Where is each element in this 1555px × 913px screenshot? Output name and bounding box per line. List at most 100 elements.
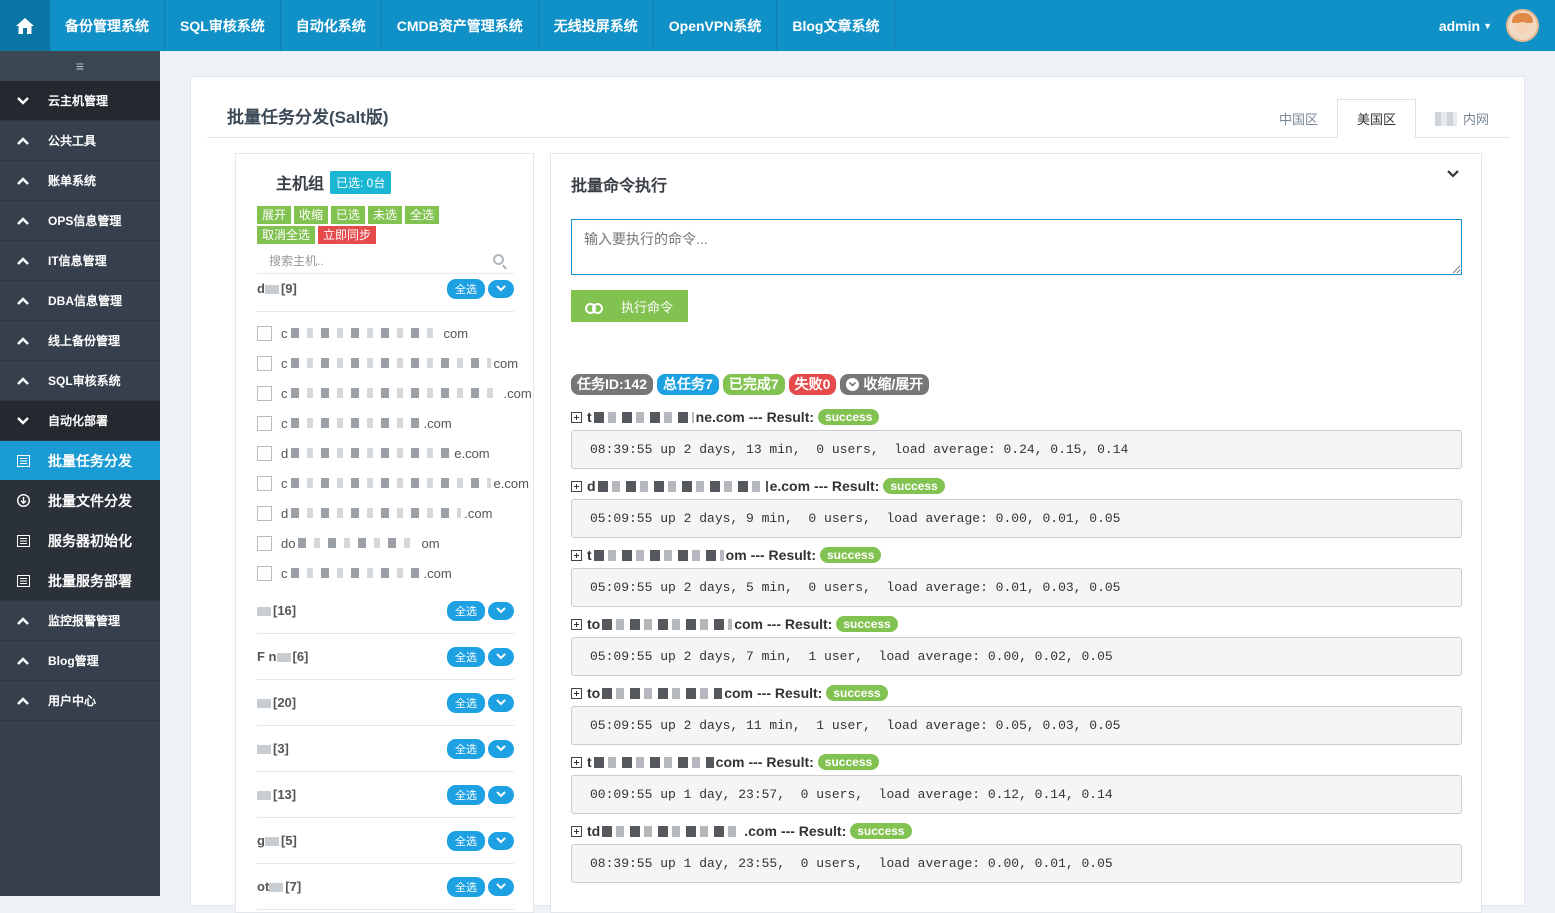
- expand-plus-icon[interactable]: [571, 411, 582, 423]
- result-header[interactable]: t om --- Result: success: [571, 546, 882, 564]
- collapse-button[interactable]: 收缩: [294, 206, 329, 224]
- nav-sql-audit[interactable]: SQL审核系统: [165, 0, 281, 51]
- host-checkbox[interactable]: [257, 535, 272, 551]
- chevron-down-icon[interactable]: [488, 739, 514, 758]
- sidebar-item-0[interactable]: 云主机管理: [0, 81, 160, 121]
- result-header[interactable]: to com --- Result: success: [571, 684, 888, 702]
- sidebar-item-14[interactable]: Blog管理: [0, 641, 160, 681]
- host-group-row[interactable]: g [5] 全选: [257, 818, 514, 864]
- sidebar-item-7[interactable]: SQL审核系统: [0, 361, 160, 401]
- group-select-all-button[interactable]: 全选: [447, 692, 485, 713]
- sidebar-item-2[interactable]: 账单系统: [0, 161, 160, 201]
- sidebar-item-4[interactable]: IT信息管理: [0, 241, 160, 281]
- result-header[interactable]: t com --- Result: success: [571, 753, 880, 771]
- unselected-filter-button[interactable]: 未选: [368, 206, 403, 224]
- host-group-row[interactable]: F n [6] 全选: [257, 634, 514, 680]
- result-header[interactable]: td .com --- Result: success: [571, 822, 912, 840]
- host-checkbox[interactable]: [257, 355, 272, 371]
- group-select-all-button[interactable]: 全选: [447, 738, 485, 759]
- nav-openvpn[interactable]: OpenVPN系统: [654, 0, 778, 51]
- host-group-row[interactable]: ot [7] 全选: [257, 864, 514, 910]
- sidebar-item-5[interactable]: DBA信息管理: [0, 281, 160, 321]
- nav-backup[interactable]: 备份管理系统: [50, 0, 165, 51]
- result-header[interactable]: d e.com --- Result: success: [571, 477, 945, 495]
- chevron-down-icon[interactable]: [1447, 166, 1459, 181]
- expand-plus-icon[interactable]: [571, 549, 582, 561]
- status-badge: success: [817, 754, 880, 770]
- group-select-all-button[interactable]: 全选: [447, 278, 485, 299]
- sidebar-item-8[interactable]: 自动化部署: [0, 401, 160, 441]
- host-row[interactable]: d e.com: [257, 438, 557, 468]
- expand-plus-icon[interactable]: [571, 480, 582, 492]
- tab-usa[interactable]: 美国区: [1336, 99, 1416, 138]
- nav-cmdb[interactable]: CMDB资产管理系统: [382, 0, 539, 51]
- group-select-all-button[interactable]: 全选: [447, 600, 485, 621]
- toggle-results-button[interactable]: 收缩/展开: [840, 374, 930, 395]
- chevron-down-icon[interactable]: [488, 693, 514, 712]
- user-menu[interactable]: admin ▼: [1439, 0, 1555, 51]
- sidebar-item-label: OPS信息管理: [48, 214, 122, 228]
- chevron-down-icon[interactable]: [488, 601, 514, 620]
- host-checkbox[interactable]: [257, 505, 272, 521]
- host-group-row[interactable]: [20] 全选: [257, 680, 514, 726]
- host-row[interactable]: c .com: [257, 408, 557, 438]
- result-header[interactable]: to com --- Result: success: [571, 615, 898, 633]
- host-checkbox[interactable]: [257, 445, 272, 461]
- host-group-panel: 主机组 已选: 0台 展开 收缩 已选 未选 全选 取消全选 立即同步 搜索主机…: [235, 153, 534, 913]
- sidebar-item-10[interactable]: 批量文件分发: [0, 481, 160, 521]
- group-select-all-button[interactable]: 全选: [447, 784, 485, 805]
- host-row[interactable]: c .com: [257, 558, 557, 588]
- result-header[interactable]: t ne.com --- Result: success: [571, 408, 880, 426]
- host-group-row[interactable]: [3] 全选: [257, 726, 514, 772]
- sidebar-toggle[interactable]: ≡: [0, 51, 160, 81]
- sidebar-item-13[interactable]: 监控报警管理: [0, 601, 160, 641]
- deselect-all-button[interactable]: 取消全选: [257, 226, 316, 244]
- group-select-all-button[interactable]: 全选: [447, 876, 485, 897]
- nav-automation[interactable]: 自动化系统: [281, 0, 382, 51]
- chevron-down-icon[interactable]: [488, 877, 514, 896]
- host-checkbox[interactable]: [257, 325, 272, 341]
- sidebar-item-3[interactable]: OPS信息管理: [0, 201, 160, 241]
- host-row[interactable]: c com: [257, 348, 557, 378]
- select-all-button[interactable]: 全选: [405, 206, 440, 224]
- expand-plus-icon[interactable]: [571, 825, 582, 837]
- host-row[interactable]: d .com: [257, 498, 557, 528]
- selected-filter-button[interactable]: 已选: [331, 206, 366, 224]
- host-row[interactable]: c .com: [257, 378, 557, 408]
- run-command-button[interactable]: 执行命令: [571, 290, 688, 322]
- nav-blog[interactable]: Blog文章系统: [777, 0, 896, 51]
- chevron-down-icon[interactable]: [488, 279, 514, 298]
- sidebar-item-9[interactable]: 批量任务分发: [0, 441, 160, 481]
- host-row[interactable]: do om: [257, 528, 557, 558]
- tab-china[interactable]: 中国区: [1260, 99, 1337, 138]
- nav-wireless-cast[interactable]: 无线投屏系统: [539, 0, 654, 51]
- host-checkbox[interactable]: [257, 415, 272, 431]
- chevron-down-icon[interactable]: [488, 831, 514, 850]
- host-checkbox[interactable]: [257, 475, 272, 491]
- expand-plus-icon[interactable]: [571, 756, 582, 768]
- host-group-row[interactable]: d [9] 全选: [257, 266, 514, 312]
- avatar[interactable]: [1506, 9, 1539, 42]
- host-row[interactable]: c com: [257, 318, 557, 348]
- chevron-down-icon[interactable]: [488, 647, 514, 666]
- expand-plus-icon[interactable]: [571, 687, 582, 699]
- group-select-all-button[interactable]: 全选: [447, 830, 485, 851]
- expand-plus-icon[interactable]: [571, 618, 582, 630]
- host-row[interactable]: c e.com: [257, 468, 557, 498]
- sync-now-button[interactable]: 立即同步: [318, 226, 377, 244]
- group-select-all-button[interactable]: 全选: [447, 646, 485, 667]
- expand-button[interactable]: 展开: [257, 206, 292, 224]
- host-checkbox[interactable]: [257, 385, 272, 401]
- host-group-row[interactable]: [16] 全选: [257, 588, 514, 634]
- home-button[interactable]: [0, 0, 50, 51]
- sidebar-item-11[interactable]: 服务器初始化: [0, 521, 160, 561]
- sidebar-item-15[interactable]: 用户中心: [0, 681, 160, 721]
- sidebar-item-6[interactable]: 线上备份管理: [0, 321, 160, 361]
- command-input[interactable]: [571, 219, 1462, 275]
- sidebar-item-12[interactable]: 批量服务部署: [0, 561, 160, 601]
- host-group-row[interactable]: [13] 全选: [257, 772, 514, 818]
- host-checkbox[interactable]: [257, 565, 272, 581]
- tab-intranet[interactable]: 内网: [1416, 99, 1508, 138]
- sidebar-item-1[interactable]: 公共工具: [0, 121, 160, 161]
- chevron-down-icon[interactable]: [488, 785, 514, 804]
